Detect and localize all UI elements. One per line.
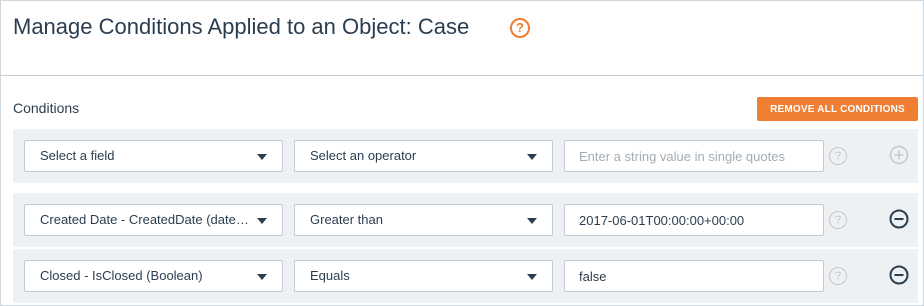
field-select[interactable]: Closed - IsClosed (Boolean)	[24, 260, 283, 292]
chevron-down-icon	[527, 218, 537, 224]
field-select[interactable]: Created Date - CreatedDate (datetime)	[24, 204, 283, 236]
page-header: Manage Conditions Applied to an Object: …	[1, 1, 923, 76]
remove-circle-icon[interactable]	[888, 208, 910, 230]
conditions-label: Conditions	[13, 100, 80, 116]
chevron-down-icon	[527, 274, 537, 280]
field-select[interactable]: Select a field	[24, 140, 283, 172]
operator-select[interactable]: Equals	[294, 260, 553, 292]
operator-select[interactable]: Greater than	[294, 204, 553, 236]
field-select-value: Created Date - CreatedDate (datetime)	[40, 212, 250, 227]
field-select-value: Select a field	[40, 148, 115, 163]
value-input[interactable]	[564, 140, 824, 172]
remove-all-conditions-button[interactable]: REMOVE ALL CONDITIONS	[757, 97, 918, 121]
remove-circle-icon[interactable]	[888, 264, 910, 286]
help-icon[interactable]: ?	[829, 147, 847, 165]
page-title: Manage Conditions Applied to an Object: …	[13, 14, 470, 39]
chevron-down-icon	[527, 154, 537, 160]
value-input[interactable]	[564, 260, 824, 292]
conditions-panel: Manage Conditions Applied to an Object: …	[0, 0, 924, 306]
operator-select-value: Greater than	[310, 212, 383, 227]
new-condition-row: Select a field Select an operator ?	[13, 129, 918, 183]
chevron-down-icon	[257, 274, 267, 280]
operator-select-value: Select an operator	[310, 148, 417, 163]
operator-select-value: Equals	[310, 268, 350, 283]
add-circle-icon[interactable]	[888, 144, 910, 166]
help-icon[interactable]: ?	[510, 18, 530, 38]
condition-row: Closed - IsClosed (Boolean) Equals ?	[13, 249, 918, 303]
chevron-down-icon	[257, 218, 267, 224]
field-select-value: Closed - IsClosed (Boolean)	[40, 268, 203, 283]
value-input[interactable]	[564, 204, 824, 236]
help-icon[interactable]: ?	[829, 211, 847, 229]
operator-select[interactable]: Select an operator	[294, 140, 553, 172]
chevron-down-icon	[257, 154, 267, 160]
help-icon[interactable]: ?	[829, 267, 847, 285]
condition-row: Created Date - CreatedDate (datetime) Gr…	[13, 193, 918, 247]
